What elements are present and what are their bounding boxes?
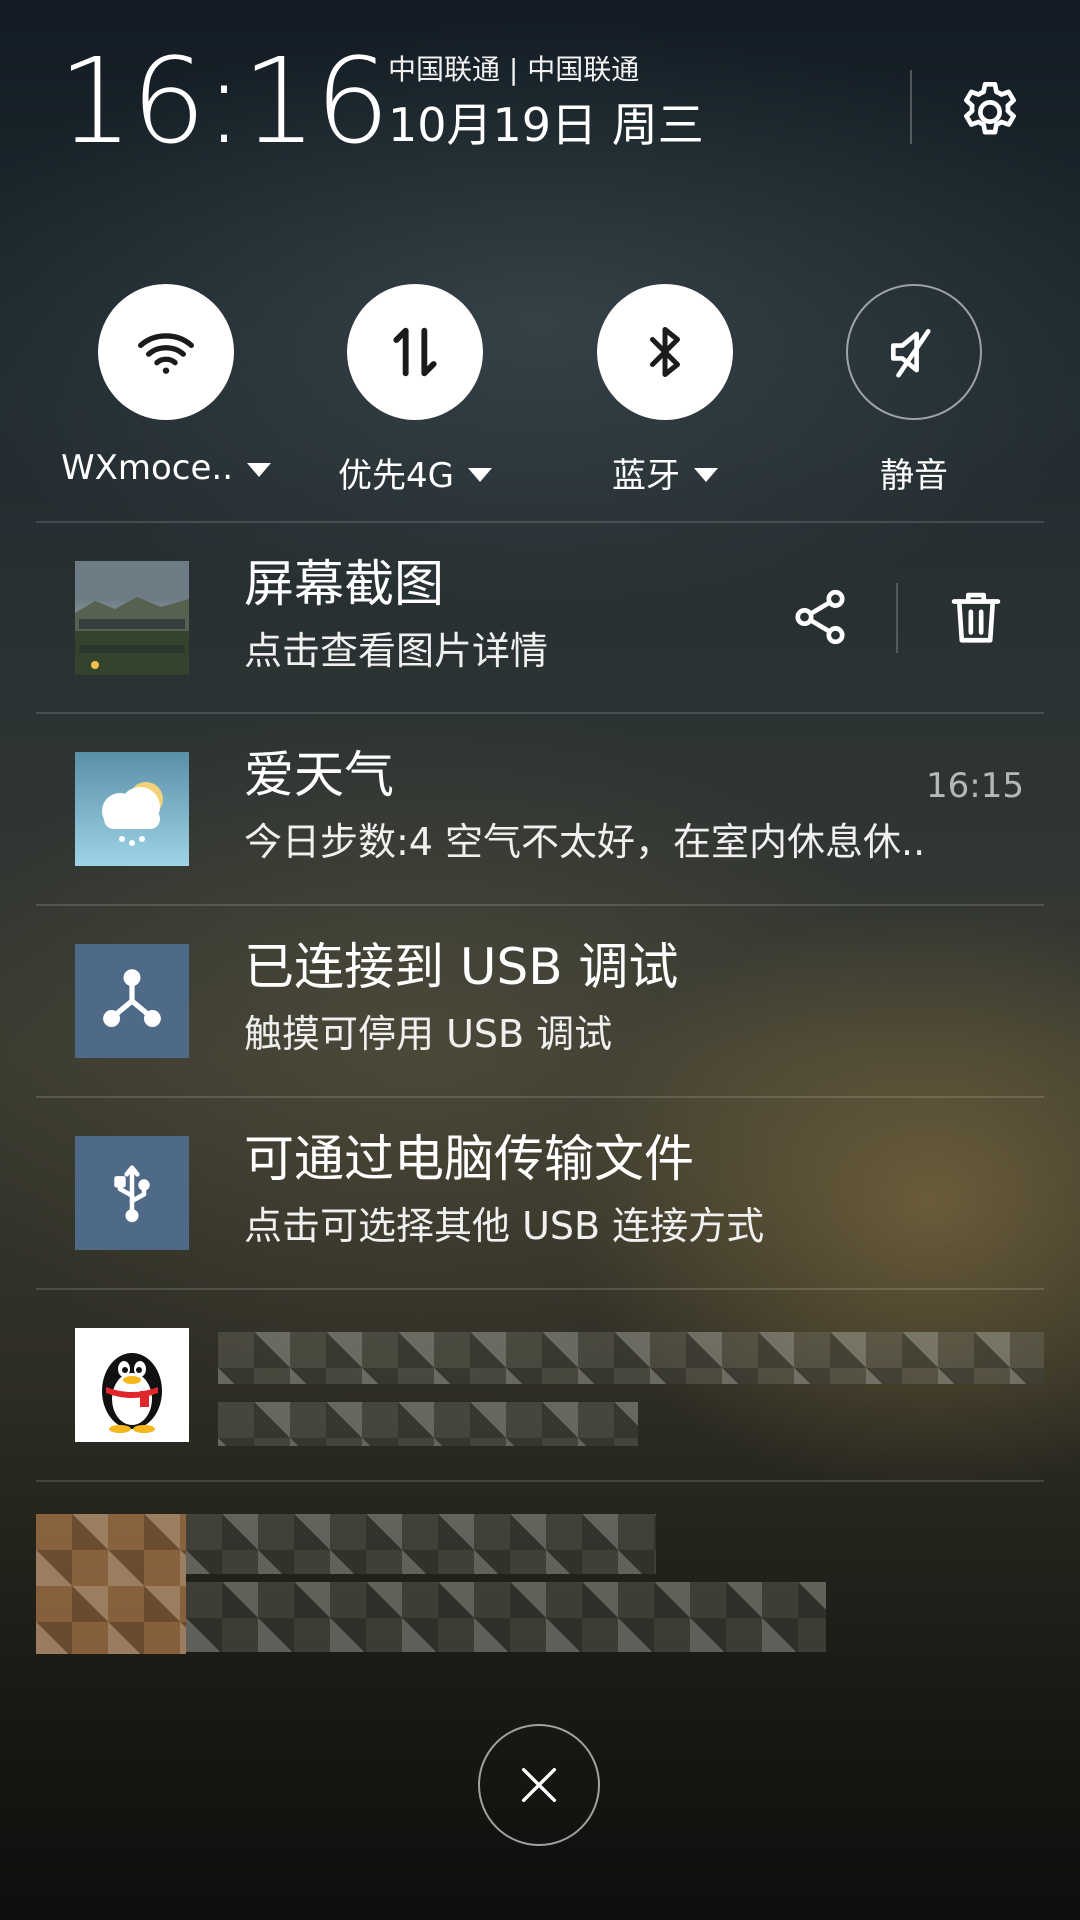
notification-qq[interactable] (36, 1290, 1044, 1480)
share-icon (795, 589, 845, 645)
chevron-down-icon[interactable] (247, 463, 272, 477)
bluetooth-toggle-button[interactable] (597, 284, 733, 420)
toggle-mobile-data[interactable]: 优先4G (290, 284, 540, 504)
chevron-down-icon[interactable] (467, 467, 492, 482)
mute-icon (891, 329, 931, 378)
carrier-label: 中国联通 | 中国联通 (388, 53, 640, 86)
notification-title: 屏幕截图 (244, 555, 444, 613)
notification-weather[interactable]: 爱天气 16:15 今日步数:4 空气不太好，在室内休息休.. (36, 714, 1044, 904)
notification-subtitle: 点击可选择其他 USB 连接方式 (244, 1206, 765, 1248)
delete-button[interactable] (936, 577, 1016, 657)
mobile-data-icon (393, 327, 437, 377)
notification-subtitle: 点击查看图片详情 (244, 631, 549, 673)
redacted-content (186, 1514, 656, 1574)
redacted-icon (36, 1514, 186, 1654)
trash-icon (951, 592, 1001, 643)
notification-time: 16:15 (926, 766, 1024, 806)
date-label: 10月19日 周三 (388, 98, 704, 152)
clock: 16:16 (58, 32, 390, 170)
wifi-label: WXmoce.. (60, 448, 234, 488)
mute-label: 静音 (880, 456, 948, 496)
share-button[interactable] (780, 577, 860, 657)
toggle-bluetooth[interactable]: 蓝牙 (540, 284, 790, 504)
wifi-toggle-button[interactable] (98, 284, 234, 420)
usb-icon (75, 1136, 189, 1250)
redacted-content (218, 1332, 1044, 1384)
bluetooth-label: 蓝牙 (612, 456, 680, 496)
header-divider (910, 70, 912, 144)
redacted-content (218, 1402, 638, 1446)
clear-all-button[interactable] (478, 1724, 600, 1846)
action-divider (896, 583, 898, 653)
mute-toggle-button[interactable] (846, 284, 982, 420)
notification-title: 可通过电脑传输文件 (244, 1130, 694, 1188)
mobile-data-toggle-button[interactable] (347, 284, 483, 420)
screenshot-thumbnail (75, 561, 189, 675)
settings-button[interactable] (950, 72, 1030, 152)
bluetooth-icon (650, 327, 680, 377)
notification-usb-debugging[interactable]: 已连接到 USB 调试 触摸可停用 USB 调试 (36, 906, 1044, 1096)
toggle-wifi[interactable]: WXmoce.. (41, 284, 291, 504)
close-icon (521, 1767, 557, 1803)
notification-screenshot[interactable]: 屏幕截图 点击查看图片详情 (36, 523, 1044, 713)
notification-redacted[interactable] (36, 1482, 1044, 1672)
notification-subtitle: 触摸可停用 USB 调试 (244, 1014, 613, 1056)
notification-title: 已连接到 USB 调试 (244, 938, 679, 996)
mobile-data-label: 优先4G (338, 456, 454, 496)
notification-subtitle: 今日步数:4 空气不太好，在室内休息休.. (244, 822, 926, 864)
notification-usb-transfer[interactable]: 可通过电脑传输文件 点击可选择其他 USB 连接方式 (36, 1098, 1044, 1288)
gear-icon (964, 81, 1016, 135)
notification-title: 爱天气 (244, 746, 394, 804)
usb-debug-icon (75, 944, 189, 1058)
wifi-icon (138, 333, 194, 374)
redacted-content (186, 1582, 826, 1652)
qq-penguin-icon (75, 1328, 189, 1442)
toggle-mute[interactable]: 静音 (789, 284, 1039, 504)
chevron-down-icon[interactable] (694, 467, 718, 482)
weather-cloud-icon (75, 752, 189, 866)
